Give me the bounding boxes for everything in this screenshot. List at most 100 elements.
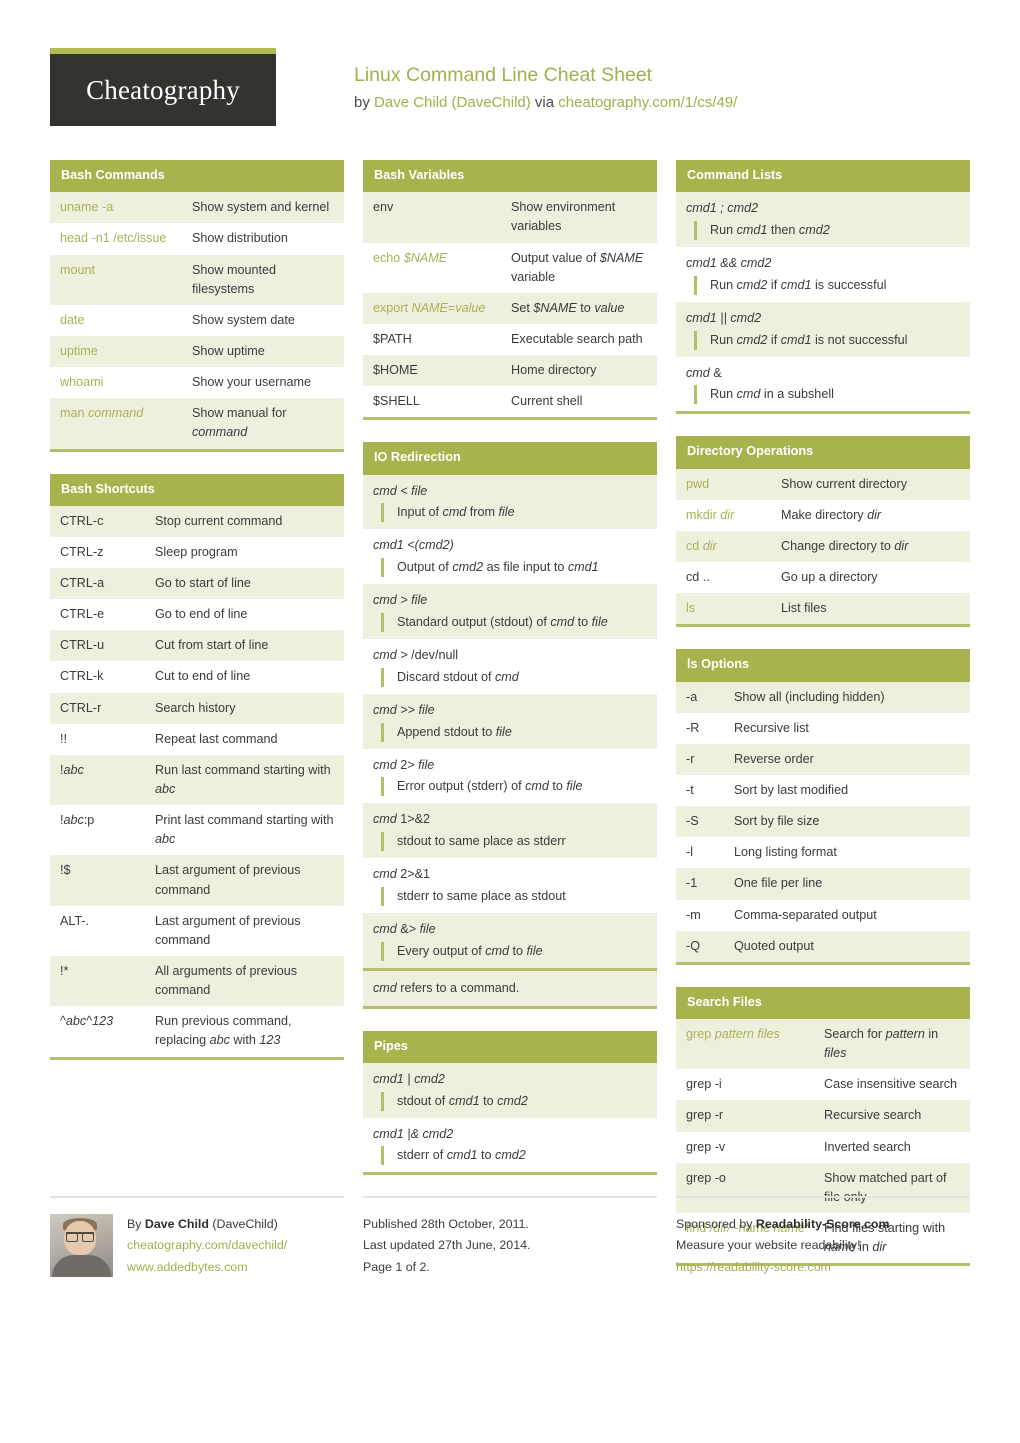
section-title-ls-options: ls Options <box>676 649 970 682</box>
section-command-lists: Command Lists cmd1 ; cmd2 Run cmd1 then c… <box>676 160 970 415</box>
desc-row: cmd1 ; cmd2 Run cmd1 then cmd2 <box>676 192 970 248</box>
desc-note: stderr to same place as stdout <box>381 886 647 906</box>
row-key: $HOME <box>373 363 418 378</box>
sponsor-name: Readability-Score.com <box>755 1217 890 1231</box>
row-key: CTRL-a <box>60 576 105 591</box>
section-body-pipes: cmd1 | cmd2 stdout of cmd1 to cmd2 cmd1 |… <box>363 1062 657 1176</box>
desc-code: cmd > /dev/null <box>373 647 459 662</box>
section-bash-commands: Bash Commands uname -a Show system and ke… <box>50 160 344 452</box>
table-row: mkdir dir Make directory dir <box>676 500 970 531</box>
row-value: Sort by file size <box>734 814 820 829</box>
row-value: Show distribution <box>192 231 288 246</box>
cheatography-logo[interactable]: Cheatography <box>50 48 276 126</box>
table-row: env Show environment variables <box>363 192 657 243</box>
table-row: CTRL-k Cut to end of line <box>50 661 344 692</box>
row-value: Recursive list <box>734 720 809 735</box>
desc-row: cmd1 <(cmd2) Output of cmd2 as file input… <box>363 529 657 584</box>
desc-code: cmd1 <(cmd2) <box>373 538 454 553</box>
desc-note: Standard output (stdout) of cmd to file <box>381 613 647 632</box>
table-row: -S Sort by file size <box>676 806 970 838</box>
desc-code: cmd 2> file <box>373 757 435 772</box>
desc-row: cmd1 || cmd2 Run cmd2 if cmd1 is not succ… <box>676 301 970 357</box>
section-title-bash-commands: Bash Commands <box>50 160 344 193</box>
sponsor-url[interactable]: https://readability-score.com <box>676 1257 970 1278</box>
table-row: !$ Last argument of previous command <box>50 855 344 906</box>
row-key: head -n1 /etc/issue <box>60 231 167 246</box>
table-row: !abc Run last command starting with abc <box>50 754 344 806</box>
row-key: mkdir dir <box>686 507 735 522</box>
desc-note: Append stdout to file <box>381 722 647 742</box>
row-value: Show current directory <box>781 476 907 491</box>
row-value: One file per line <box>734 876 823 891</box>
avatar-glasses <box>66 1232 94 1242</box>
table-row: -1 One file per line <box>676 868 970 900</box>
table-row: mount Show mounted filesystems <box>50 254 344 305</box>
table-row: CTRL-e Go to end of line <box>50 599 344 630</box>
desc-code: cmd < file <box>373 483 428 498</box>
row-key: !* <box>60 963 69 978</box>
row-key: CTRL-c <box>60 513 104 528</box>
row-key: -r <box>686 751 695 766</box>
row-key: $SHELL <box>373 394 420 409</box>
section-body-directory-operations: pwd Show current directory mkdir dir Make … <box>676 468 970 628</box>
footer-author-url[interactable]: cheatography.com/davechild/ <box>127 1235 287 1256</box>
table-row: cd dir Change directory to dir <box>676 530 970 563</box>
desc-code: cmd1 ; cmd2 <box>686 201 759 216</box>
desc-code: cmd1 && cmd2 <box>686 256 772 271</box>
column-left: Bash Commands uname -a Show system and ke… <box>50 160 344 1082</box>
row-value: Go to start of line <box>155 576 251 591</box>
row-value: Change directory to dir <box>781 538 909 553</box>
section-title-io-redirection: IO Redirection <box>363 442 657 475</box>
row-value: Set $NAME to value <box>511 300 625 315</box>
row-value: Search for pattern in files <box>824 1027 939 1061</box>
row-key: cd .. <box>686 570 710 585</box>
row-value: Go to end of line <box>155 607 248 622</box>
footer-author-site[interactable]: www.addedbytes.com <box>127 1257 287 1278</box>
row-key: CTRL-r <box>60 700 102 715</box>
row-key: CTRL-k <box>60 669 104 684</box>
footer-author-text: By Dave Child (DaveChild) cheatography.c… <box>127 1214 287 1278</box>
desc-row: cmd1 && cmd2 Run cmd2 if cmd1 is successf… <box>676 247 970 302</box>
table-row: ^abc^123 Run previous command, replacing … <box>50 1006 344 1056</box>
row-value: Repeat last command <box>155 731 278 746</box>
section-body-command-lists: cmd1 ; cmd2 Run cmd1 then cmd2 cmd1 && cm… <box>676 192 970 415</box>
desc-row: cmd < file Input of cmd from file <box>363 474 657 530</box>
table-row: -t Sort by last modified <box>676 775 970 806</box>
footer-publish-block: Published 28th October, 2011. Last updat… <box>363 1196 657 1278</box>
row-key: -l <box>686 845 693 860</box>
desc-row: cmd & Run cmd in a subshell <box>676 357 970 412</box>
row-key: -t <box>686 782 694 797</box>
table-row: -m Comma-separated output <box>676 900 970 931</box>
table-row: ls List files <box>676 593 970 625</box>
row-value: Show uptime <box>192 343 265 358</box>
desc-row: cmd 2>&1 stderr to same place as stdout <box>363 858 657 913</box>
row-key: grep -o <box>686 1170 726 1185</box>
section-title-bash-variables: Bash Variables <box>363 160 657 193</box>
section-title-command-lists: Command Lists <box>676 160 970 193</box>
row-value: Last argument of previous command <box>155 913 301 947</box>
row-key: env <box>373 200 394 215</box>
row-key: ^abc^123 <box>60 1014 114 1029</box>
header-text-block: Linux Command Line Cheat Sheet by Dave C… <box>276 48 737 115</box>
row-key: !$ <box>60 863 71 878</box>
sponsor-line: Sponsored by Readability-Score.com <box>676 1214 970 1235</box>
row-value: Show mounted filesystems <box>192 262 277 296</box>
desc-code: cmd &> file <box>373 921 436 936</box>
row-value: Stop current command <box>155 513 283 528</box>
desc-row: cmd &> file Every output of cmd to file <box>363 912 657 968</box>
row-key: ALT-. <box>60 913 90 928</box>
desc-row: cmd > file Standard output (stdout) of cm… <box>363 584 657 639</box>
row-key: export NAME=value <box>373 300 486 315</box>
desc-code: cmd1 | cmd2 <box>373 1071 445 1086</box>
author-link[interactable]: Dave Child (DaveChild) <box>374 94 531 111</box>
column-middle: Bash Variables env Show environment varia… <box>363 160 657 1197</box>
page-header: Cheatography Linux Command Line Cheat Sh… <box>50 48 970 126</box>
desc-note: Run cmd2 if cmd1 is not successful <box>694 330 960 350</box>
section-title-search-files: Search Files <box>676 986 970 1020</box>
footer-publish-text: Published 28th October, 2011. Last updat… <box>363 1214 657 1278</box>
row-value: Comma-separated output <box>734 907 877 922</box>
row-key: pwd <box>686 476 710 491</box>
row-key: CTRL-e <box>60 607 105 622</box>
source-url-link[interactable]: cheatography.com/1/cs/49/ <box>558 94 737 111</box>
desc-note: Output of cmd2 as file input to cmd1 <box>381 558 647 578</box>
